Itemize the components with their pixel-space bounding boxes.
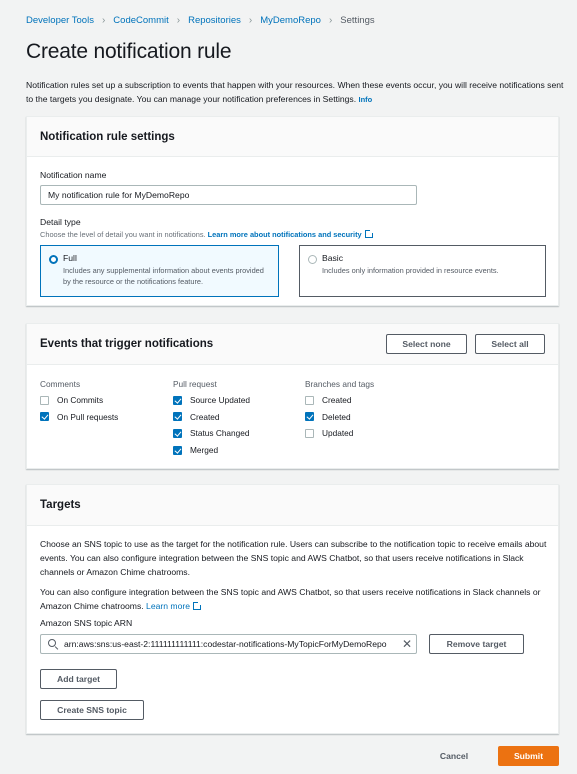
checkbox[interactable] [40,395,49,405]
breadcrumb-repositories[interactable]: Repositories [188,15,241,26]
events-panel: Events that trigger notifications Select… [26,323,559,469]
checkbox[interactable] [305,428,314,438]
event-group-title: Branches and tags [305,379,375,389]
close-icon[interactable]: ✕ [398,637,416,651]
breadcrumb-mydemorepo[interactable]: MyDemoRepo [260,15,321,26]
breadcrumb-current: Settings [340,14,375,26]
create-sns-topic-button[interactable]: Create SNS topic [40,700,144,720]
event-group-title: Pull request [173,379,217,389]
option-title: Basic [322,253,344,263]
option-description: Includes any supplemental information ab… [63,266,264,286]
submit-button[interactable]: Submit [498,746,559,766]
event-source-updated[interactable]: Source Updated [173,392,250,409]
detail-type-desc-text: Choose the level of detail you want in n… [40,230,206,239]
panel-header: Events that trigger notifications Select… [27,324,558,365]
panel-header: Targets [27,485,558,526]
events-actions: Select none Select all [386,334,545,354]
event-on-pull-requests[interactable]: On Pull requests [40,409,118,426]
checkbox[interactable] [40,412,49,422]
event-branch-created[interactable]: Created [305,392,374,409]
event-group-comments: Comments On Commits On Pull requests [40,379,118,425]
targets-paragraph-1: Choose an SNS topic to use as the target… [40,539,547,577]
panel-header: Notification rule settings [27,117,558,157]
external-link-icon [193,601,202,610]
breadcrumb-codecommit[interactable]: CodeCommit [113,15,168,26]
checkbox-label: Updated [322,428,354,439]
targets-description: Choose an SNS topic to use as the target… [40,537,550,628]
chevron-right-icon: › [328,14,333,26]
event-group-pull-request: Pull request Source Updated Created Stat… [173,379,250,458]
radio-basic[interactable] [308,255,317,264]
learn-more-notifications-link[interactable]: Learn more about notifications and secur… [207,229,374,239]
event-branch-updated[interactable]: Updated [305,425,374,442]
detail-type-basic-option[interactable]: Basic Includes only information provided… [299,245,546,297]
select-all-button[interactable]: Select all [475,334,545,354]
search-icon [47,638,59,650]
notification-name-value: My notification rule for MyDemoRepo [48,190,190,200]
event-group-branches-tags: Branches and tags Created Deleted Update… [305,379,374,442]
checkbox-label: Status Changed [190,428,250,439]
checkbox-label: On Commits [57,395,104,406]
checkbox[interactable] [305,412,314,422]
info-link[interactable]: Info [359,95,373,104]
panel-title: Events that trigger notifications [40,338,214,350]
radio-full[interactable] [49,255,58,264]
remove-target-button[interactable]: Remove target [429,634,524,654]
notification-name-label: Notification name [40,170,107,180]
learn-more-notifications-text: Learn more about notifications and secur… [207,230,362,239]
breadcrumb-developer-tools[interactable]: Developer Tools [26,15,94,26]
targets-paragraph-2: You can also configure integration betwe… [40,585,550,613]
checkbox[interactable] [173,395,182,405]
detail-type-description: Choose the level of detail you want in n… [40,229,374,239]
option-description: Includes only information provided in re… [322,266,499,275]
learn-more-text: Learn more [146,601,190,611]
panel-title: Notification rule settings [40,130,175,143]
add-target-button[interactable]: Add target [40,669,117,689]
notification-settings-panel: Notification rule settings Notification … [26,116,559,306]
sns-arn-label: Amazon SNS topic ARN [40,618,133,628]
breadcrumb: Developer Tools › CodeCommit › Repositor… [26,14,375,26]
event-group-title: Comments [40,379,81,389]
external-link-icon [364,229,374,238]
event-pr-created[interactable]: Created [173,409,250,426]
option-title: Full [63,253,77,263]
event-on-commits[interactable]: On Commits [40,392,118,409]
chevron-right-icon: › [248,14,253,26]
sns-topic-arn-input[interactable]: arn:aws:sns:us-east-2:111111111111:codes… [40,634,417,654]
targets-paragraph-2-text: You can also configure integration betwe… [40,587,541,611]
page-intro: Notification rules set up a subscription… [26,78,566,107]
event-branch-deleted[interactable]: Deleted [305,409,374,426]
learn-more-link[interactable]: Learn more [146,601,202,611]
panel-title: Targets [40,499,81,511]
notification-name-input[interactable]: My notification rule for MyDemoRepo [40,185,417,205]
page-title: Create notification rule [26,40,232,63]
sns-topic-arn-value: arn:aws:sns:us-east-2:111111111111:codes… [64,639,387,649]
checkbox[interactable] [173,428,182,438]
event-merged[interactable]: Merged [173,442,250,459]
checkbox[interactable] [305,395,314,405]
detail-type-label: Detail type [40,217,81,227]
checkbox-label: Deleted [322,411,351,422]
checkbox-label: Created [322,395,352,406]
intro-text: Notification rules set up a subscription… [26,80,564,104]
event-status-changed[interactable]: Status Changed [173,425,250,442]
checkbox-label: Created [190,411,220,422]
checkbox-label: On Pull requests [57,411,119,422]
select-none-button[interactable]: Select none [386,334,467,354]
checkbox-label: Source Updated [190,395,250,406]
detail-type-full-option[interactable]: Full Includes any supplemental informati… [40,245,279,297]
cancel-button[interactable]: Cancel [432,746,476,766]
chevron-right-icon: › [101,14,106,26]
checkbox[interactable] [173,445,182,455]
checkbox-label: Merged [190,445,219,456]
targets-panel: Targets Choose an SNS topic to use as th… [26,484,559,734]
chevron-right-icon: › [176,14,181,26]
checkbox[interactable] [173,412,182,422]
